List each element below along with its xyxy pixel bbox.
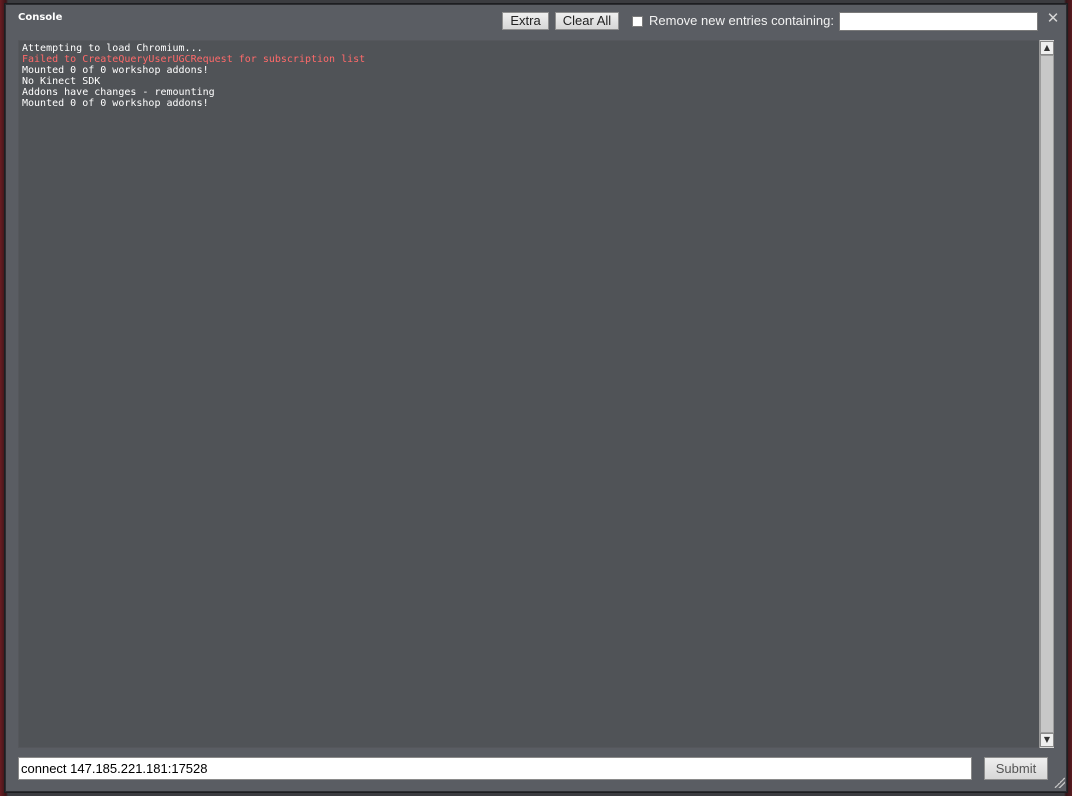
remove-entries-label: Remove new entries containing:: [649, 13, 834, 28]
clear-all-button[interactable]: Clear All: [555, 12, 619, 30]
log-line: Mounted 0 of 0 workshop addons!: [22, 65, 209, 76]
console-window: Console ✕ Extra Clear All Remove new ent…: [5, 4, 1067, 792]
arrow-down-icon[interactable]: ▼: [1040, 733, 1054, 747]
log-line-error: Failed to CreateQueryUserUGCRequest for …: [22, 54, 366, 65]
log-line: Attempting to load Chromium...: [22, 43, 203, 54]
extra-button[interactable]: Extra: [502, 12, 549, 30]
scroll-thumb[interactable]: [1040, 55, 1054, 733]
remove-entries-checkbox[interactable]: [632, 16, 643, 27]
log-scrollbar[interactable]: ▲ ▼: [1039, 40, 1054, 748]
filter-input[interactable]: [839, 12, 1038, 31]
log-line: Mounted 0 of 0 workshop addons!: [22, 98, 209, 109]
window-title: Console: [18, 12, 63, 23]
submit-button[interactable]: Submit: [984, 757, 1048, 780]
command-input[interactable]: connect 147.185.221.181:17528: [18, 757, 972, 780]
resize-grip-icon[interactable]: [1054, 777, 1065, 788]
log-line: Addons have changes - remounting: [22, 87, 215, 98]
arrow-up-icon[interactable]: ▲: [1040, 41, 1054, 55]
close-icon[interactable]: ✕: [1044, 9, 1062, 27]
log-line: No Kinect SDK: [22, 76, 101, 87]
console-log[interactable]: Attempting to load Chromium... Failed to…: [18, 40, 1042, 748]
